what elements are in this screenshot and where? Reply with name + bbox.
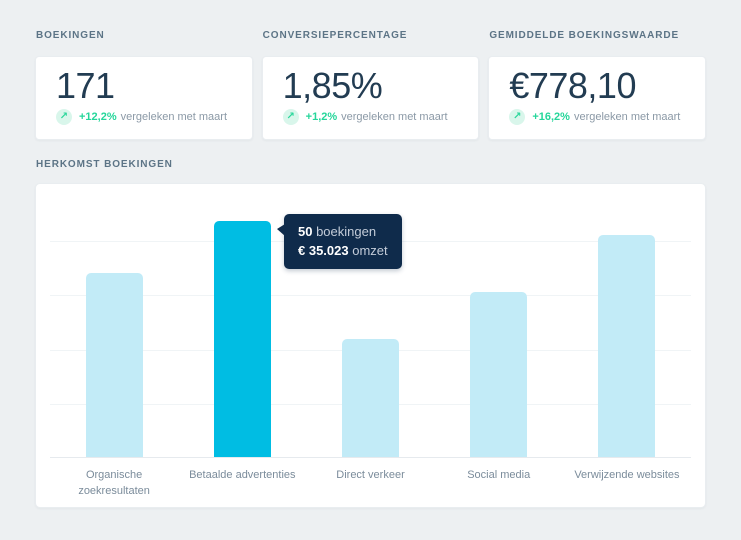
- trend-up-icon: ↗: [509, 109, 525, 125]
- kpi-delta: +16,2%: [532, 111, 570, 123]
- kpi-delta: +12,2%: [79, 111, 117, 123]
- bar-slot: [563, 208, 691, 457]
- kpi-delta-row: ↗ +16,2% vergeleken met maart: [509, 109, 685, 125]
- x-axis-label: Direct verkeer: [306, 467, 434, 499]
- kpi-label: CONVERSIEPERCENTAGE: [263, 30, 480, 41]
- kpi-delta: +1,2%: [306, 111, 338, 123]
- x-axis-label: Social media: [435, 467, 563, 499]
- tooltip-bookings-value: 50: [298, 224, 312, 239]
- tooltip-revenue-value: € 35.023: [298, 243, 349, 258]
- trend-up-icon: ↗: [56, 109, 72, 125]
- kpi-bookings: BOEKINGEN 171 ↗ +12,2% vergeleken met ma…: [35, 30, 253, 140]
- bar-slot: [435, 208, 563, 457]
- tooltip-revenue-label: omzet: [349, 243, 388, 258]
- kpi-compare-text: vergeleken met maart: [341, 111, 447, 123]
- kpi-compare-text: vergeleken met maart: [121, 111, 227, 123]
- tooltip-revenue-line: € 35.023 omzet: [298, 241, 388, 260]
- bookings-source-chart: Organische zoekresultaten Betaalde advert…: [35, 183, 706, 508]
- x-axis-label: Betaalde advertenties: [178, 467, 306, 499]
- tooltip-bookings-label: boekingen: [312, 224, 376, 239]
- chart-bar[interactable]: [342, 339, 399, 457]
- x-axis-label-text: Verwijzende websites: [574, 467, 679, 483]
- trend-up-icon: ↗: [283, 109, 299, 125]
- kpi-row: BOEKINGEN 171 ↗ +12,2% vergeleken met ma…: [0, 0, 741, 140]
- x-axis-label: Verwijzende websites: [563, 467, 691, 499]
- chart-bar[interactable]: [214, 221, 271, 457]
- kpi-delta-row: ↗ +12,2% vergeleken met maart: [56, 109, 232, 125]
- chart-bar[interactable]: [86, 273, 143, 457]
- x-axis-labels: Organische zoekresultaten Betaalde advert…: [50, 467, 691, 499]
- x-axis-label-text: Direct verkeer: [336, 467, 404, 483]
- x-axis-label-text: Social media: [467, 467, 530, 483]
- kpi-card: 171 ↗ +12,2% vergeleken met maart: [35, 56, 253, 140]
- x-axis-label: Organische zoekresultaten: [50, 467, 178, 499]
- kpi-conversion-rate: CONVERSIEPERCENTAGE 1,85% ↗ +1,2% vergel…: [262, 30, 480, 140]
- bar-slot: [50, 208, 178, 457]
- x-axis-label-text: Organische zoekresultaten: [58, 467, 170, 499]
- kpi-card: €778,10 ↗ +16,2% vergeleken met maart: [488, 56, 706, 140]
- tooltip-bookings-line: 50 boekingen: [298, 222, 388, 241]
- kpi-card: 1,85% ↗ +1,2% vergeleken met maart: [262, 56, 480, 140]
- kpi-value: 1,85%: [283, 64, 459, 107]
- kpi-label: GEMIDDELDE BOEKINGSWAARDE: [489, 30, 706, 41]
- kpi-delta-row: ↗ +1,2% vergeleken met maart: [283, 109, 459, 125]
- kpi-compare-text: vergeleken met maart: [574, 111, 680, 123]
- x-axis-label-text: Betaalde advertenties: [189, 467, 295, 483]
- chart-tooltip: 50 boekingen € 35.023 omzet: [284, 214, 402, 269]
- tooltip-caret-icon: [277, 224, 285, 236]
- kpi-value: 171: [56, 64, 232, 107]
- chart-bar[interactable]: [598, 235, 655, 457]
- kpi-value: €778,10: [509, 64, 685, 107]
- kpi-average-booking-value: GEMIDDELDE BOEKINGSWAARDE €778,10 ↗ +16,…: [488, 30, 706, 140]
- chart-section-title: HERKOMST BOEKINGEN: [36, 159, 706, 170]
- kpi-label: BOEKINGEN: [36, 30, 253, 41]
- chart-bar[interactable]: [470, 292, 527, 457]
